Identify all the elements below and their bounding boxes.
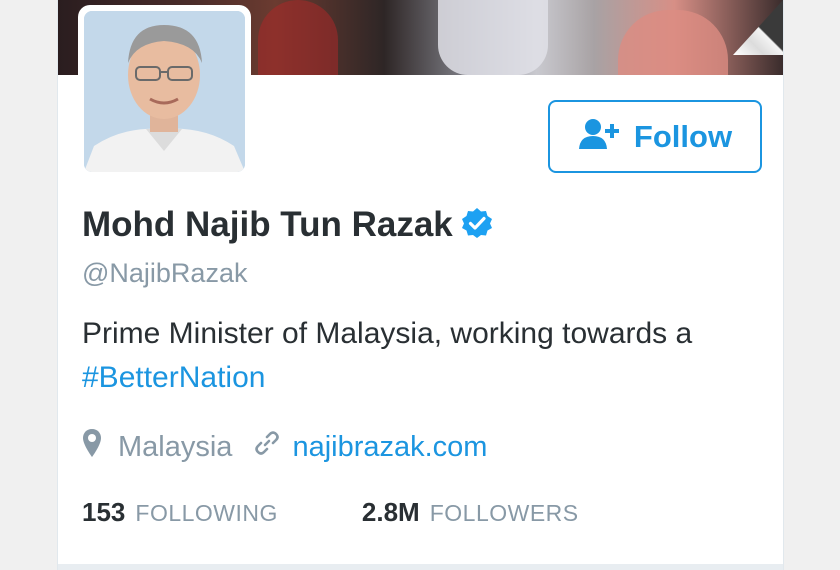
bio-text: Prime Minister of Malaysia, working towa… [82,317,693,350]
following-label: FOLLOWING [135,500,278,526]
bio-hashtag-link[interactable]: #BetterNation [82,361,265,394]
avatar-photo [84,11,245,172]
banner-figure [438,0,548,75]
followers-label: FOLLOWERS [429,500,579,526]
add-user-icon [578,117,624,156]
profile-name: Mohd Najib Tun Razak [82,205,453,244]
follow-button-label: Follow [633,118,733,154]
following-stat[interactable]: 153 FOLLOWING [82,497,278,528]
card-divider [58,564,783,570]
profile-bio: Prime Minister of Malaysia, working towa… [82,312,762,400]
location-pin-icon [82,428,102,466]
link-icon [254,430,280,464]
verified-badge-icon [461,207,493,244]
profile-stats: 153 FOLLOWING 2.8M FOLLOWERS [82,497,579,528]
followers-count: 2.8M [361,497,420,527]
profile-website-link[interactable]: najibrazak.com [292,431,487,464]
profile-card: Follow Mohd Najib Tun Razak @NajibRazak … [57,0,784,570]
follow-button[interactable]: Follow [548,100,762,173]
profile-name-row: Mohd Najib Tun Razak [82,205,493,245]
page-curl-corner [733,0,783,55]
profile-location: Malaysia [118,430,233,463]
profile-handle: @NajibRazak [82,258,248,288]
profile-meta: Malaysia najibrazak.com [82,428,487,466]
banner-figure [618,10,728,75]
avatar-portrait [84,11,245,172]
followers-stat[interactable]: 2.8M FOLLOWERS [362,497,579,528]
banner-figure [258,0,338,75]
following-count: 153 [82,497,126,527]
avatar[interactable] [78,5,251,178]
